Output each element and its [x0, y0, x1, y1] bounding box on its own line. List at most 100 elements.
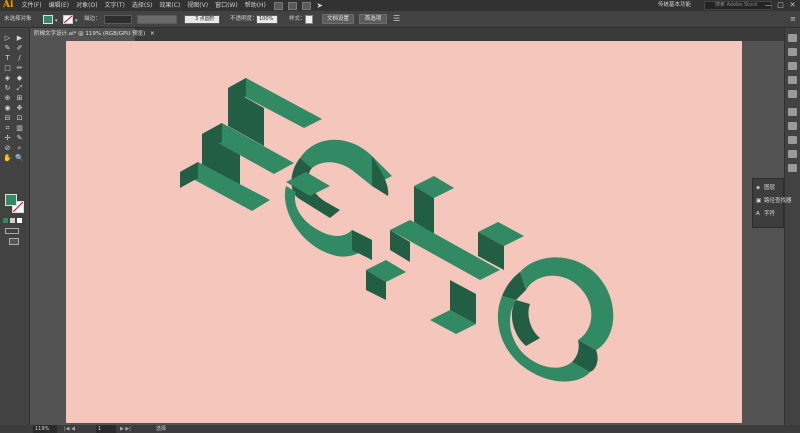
- menu-edit[interactable]: 编辑(E): [45, 0, 72, 11]
- color-guide-icon[interactable]: [788, 48, 797, 56]
- zoom-field[interactable]: 119%: [33, 425, 57, 433]
- color-panel-icon[interactable]: [788, 34, 797, 42]
- eyedropper-icon[interactable]: ⌗: [2, 124, 13, 133]
- shape-builder-icon[interactable]: ◉: [2, 104, 13, 113]
- hand-tool-icon[interactable]: ✋: [2, 154, 13, 163]
- artboard-number-field[interactable]: 1: [96, 425, 116, 433]
- bridge-icon[interactable]: [274, 1, 284, 10]
- variable-width-profile[interactable]: [137, 15, 177, 24]
- rotate-tool-icon[interactable]: ↻: [2, 84, 13, 93]
- appearance-icon[interactable]: [788, 150, 797, 158]
- width-tool-icon[interactable]: ⊕: [2, 94, 13, 103]
- menu-view[interactable]: 视图(V): [184, 0, 212, 11]
- opacity-label: 不透明度：: [230, 16, 258, 22]
- close-tab-icon[interactable]: ✕: [150, 31, 155, 37]
- free-transform-icon[interactable]: ⊞: [14, 94, 25, 103]
- menu-help[interactable]: 帮助(H): [241, 0, 269, 11]
- selection-tool-icon[interactable]: ▷: [2, 34, 13, 43]
- control-bar: 未选择对象 ▾ ▾ 描边： 3 点圆形 不透明度： 100% 样式： 文档设置 …: [0, 11, 800, 28]
- letter-c: [284, 139, 392, 260]
- stroke-dropdown-icon[interactable]: ▾: [75, 18, 78, 24]
- gradient-panel-icon[interactable]: [788, 122, 797, 130]
- pencil-tool-icon[interactable]: ✏: [14, 64, 25, 73]
- screen-mode-icon[interactable]: [9, 238, 19, 245]
- letter-o: [497, 257, 614, 382]
- collapsed-panel-group: ◈ 图层 ▣ 路径查找器 A 字符: [752, 178, 792, 228]
- artboard[interactable]: [66, 41, 742, 423]
- preferences-button[interactable]: 首选项: [359, 14, 387, 24]
- close-button[interactable]: ✕: [788, 0, 797, 11]
- menu-type[interactable]: 文字(T): [101, 0, 128, 11]
- graphic-style-swatch[interactable]: [305, 15, 313, 24]
- line-tool-icon[interactable]: /: [14, 54, 25, 63]
- fill-swatch[interactable]: [43, 15, 53, 24]
- search-input[interactable]: 搜索 Adobe Stock: [704, 1, 772, 10]
- panel-menu-icon[interactable]: ≡: [790, 15, 796, 23]
- menu-file[interactable]: 文件(F): [18, 0, 45, 11]
- blend-tool-icon[interactable]: ▥: [14, 124, 25, 133]
- status-mode[interactable]: 选择: [156, 425, 166, 433]
- eraser-icon[interactable]: ◆: [14, 74, 25, 83]
- minimize-button[interactable]: —: [764, 0, 773, 11]
- rectangle-tool-icon[interactable]: □: [2, 64, 13, 73]
- character-icon: A: [756, 211, 760, 217]
- status-bar: 119% |◀ ◀ 1 ▶ ▶| 选择: [0, 425, 800, 433]
- next-artboard-icon[interactable]: ▶ ▶|: [120, 425, 131, 433]
- swatches-icon[interactable]: [788, 62, 797, 70]
- menu-object[interactable]: 对象(O): [73, 0, 101, 11]
- gradient-tool-icon[interactable]: ⊡: [14, 114, 25, 123]
- none-mode-icon[interactable]: [17, 218, 22, 223]
- brush-definition[interactable]: 3 点圆形: [184, 15, 220, 24]
- direct-selection-tool-icon[interactable]: ▶: [14, 34, 25, 43]
- style-label: 样式：: [289, 16, 306, 22]
- stock-icon[interactable]: [288, 1, 298, 10]
- scale-tool-icon[interactable]: ⤢: [14, 84, 25, 93]
- stroke-weight-field[interactable]: [104, 15, 132, 24]
- panel-item-layers[interactable]: ◈ 图层: [756, 183, 775, 194]
- mesh-tool-icon[interactable]: ⊟: [2, 114, 13, 123]
- arrange-documents-icon[interactable]: [302, 1, 312, 10]
- perspective-grid-icon[interactable]: ✥: [14, 104, 25, 113]
- workspace-switcher[interactable]: 传统基本功能: [658, 1, 700, 10]
- zoom-tool-icon[interactable]: 🔍: [14, 154, 25, 163]
- pen-tool-icon[interactable]: T: [2, 54, 13, 63]
- paintbrush-icon[interactable]: ◈: [2, 74, 13, 83]
- column-graph-icon[interactable]: ✎: [14, 134, 25, 143]
- document-tab[interactable]: 阶梯文字设计.ai* @ 119% (RGB/GPU 预览) ✕: [31, 28, 155, 41]
- menu-select[interactable]: 选择(S): [128, 0, 156, 11]
- layers-icon: ◈: [756, 185, 761, 191]
- symbols-icon[interactable]: [788, 90, 797, 98]
- slice-tool-icon[interactable]: ⌕: [14, 144, 25, 153]
- fill-dropdown-icon[interactable]: ▾: [55, 18, 58, 24]
- stroke-swatch[interactable]: [63, 15, 73, 24]
- pathfinder-icon: ▣: [756, 198, 762, 204]
- tools-panel: ▷ ▶ ✎ ✐ T / □ ✏ ◈ ◆ ↻ ⤢ ⊕ ⊞ ◉ ✥ ⊟ ⊡ ⌗ ▥ …: [0, 28, 30, 425]
- opacity-field[interactable]: 100%: [256, 15, 278, 24]
- arrange-icon[interactable]: ☰: [393, 14, 403, 24]
- gradient-mode-icon[interactable]: [10, 218, 15, 223]
- draw-mode-icon[interactable]: [5, 228, 19, 234]
- magic-wand-icon[interactable]: ✎: [2, 44, 13, 53]
- first-artboard-icon[interactable]: |◀ ◀: [64, 425, 75, 433]
- fill-color-swatch[interactable]: [5, 194, 17, 206]
- brushes-icon[interactable]: [788, 76, 797, 84]
- document-title: 阶梯文字设计.ai* @ 119% (RGB/GPU 预览): [34, 31, 146, 37]
- stroke-label: 描边：: [84, 16, 101, 22]
- panel-item-character[interactable]: A 字符: [756, 209, 775, 220]
- menu-effect[interactable]: 效果(C): [156, 0, 184, 11]
- symbol-sprayer-icon[interactable]: ✢: [2, 134, 13, 143]
- panel-item-pathfinder[interactable]: ▣ 路径查找器: [756, 196, 792, 207]
- menu-window[interactable]: 窗口(W): [212, 0, 242, 11]
- lasso-icon[interactable]: ✐: [14, 44, 25, 53]
- stroke-panel-icon[interactable]: [788, 108, 797, 116]
- selection-status: 未选择对象: [4, 16, 32, 22]
- document-setup-button[interactable]: 文档设置: [322, 14, 354, 24]
- artboard-tool-icon[interactable]: ⊘: [2, 144, 13, 153]
- color-mode-icon[interactable]: [3, 218, 8, 223]
- maximize-button[interactable]: □: [776, 0, 785, 11]
- echo-artwork: [180, 78, 614, 382]
- graphic-styles-icon[interactable]: [788, 164, 797, 172]
- right-dock: [784, 28, 800, 425]
- gpu-performance-icon[interactable]: ➤: [316, 1, 325, 10]
- transparency-icon[interactable]: [788, 136, 797, 144]
